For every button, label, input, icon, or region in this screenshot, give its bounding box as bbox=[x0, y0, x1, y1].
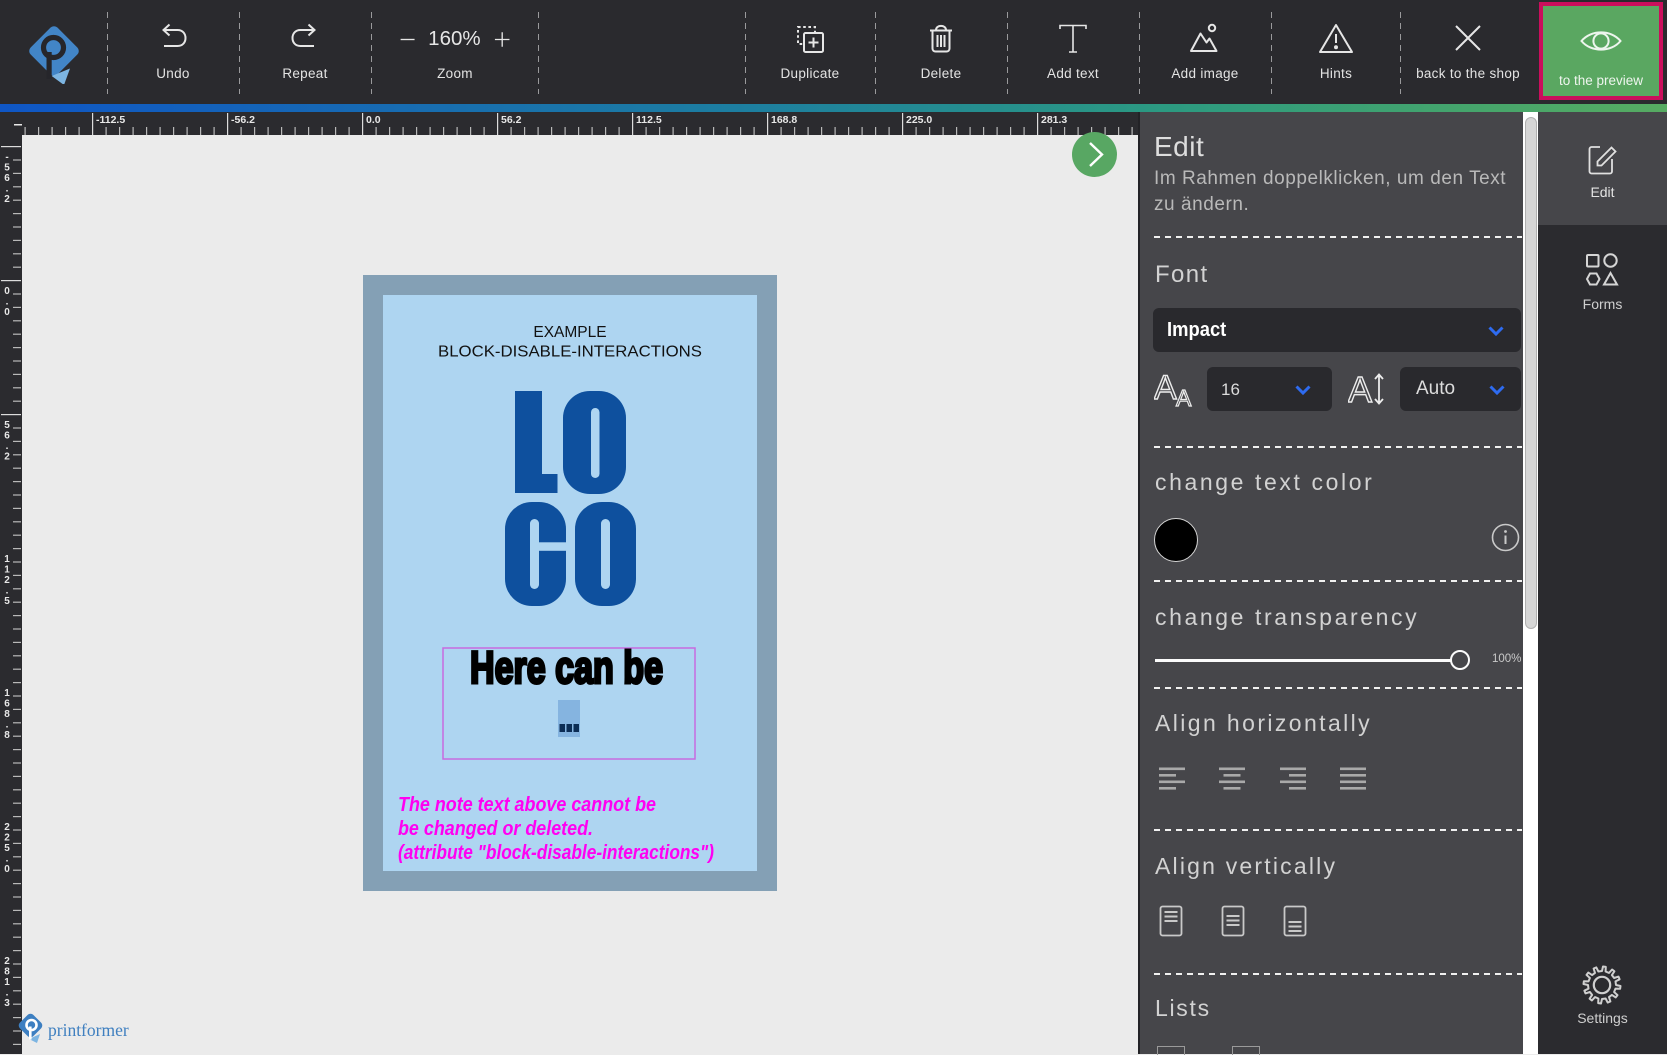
svg-text:168.8: 168.8 bbox=[771, 114, 797, 126]
svg-text:225.0: 225.0 bbox=[4, 822, 10, 875]
svg-text:225.0: 225.0 bbox=[906, 114, 932, 126]
svg-text:168.8: 168.8 bbox=[4, 688, 10, 741]
svg-text:EXAMPLE: EXAMPLE bbox=[533, 324, 606, 341]
svg-text:The note text above cannot be: The note text above cannot be bbox=[398, 794, 656, 816]
svg-text:A: A bbox=[1176, 385, 1192, 409]
svg-text:(attribute "block-disable-inte: (attribute "block-disable-interactions") bbox=[398, 842, 714, 864]
svg-text:A: A bbox=[1154, 369, 1177, 407]
svg-text:56.2: 56.2 bbox=[4, 420, 10, 463]
svg-text:Here can be: Here can be bbox=[470, 642, 663, 693]
svg-text:56.2: 56.2 bbox=[501, 114, 522, 126]
svg-text:printformer: printformer bbox=[48, 1020, 129, 1040]
svg-text:A: A bbox=[1348, 369, 1372, 409]
svg-text:-112.5: -112.5 bbox=[96, 114, 125, 126]
svg-text:BLOCK-DISABLE-INTERACTIONS: BLOCK-DISABLE-INTERACTIONS bbox=[438, 344, 702, 361]
svg-text:112.5: 112.5 bbox=[636, 114, 662, 126]
svg-text:281.3: 281.3 bbox=[1041, 114, 1067, 126]
svg-text:281.3: 281.3 bbox=[4, 956, 10, 1009]
svg-text:0.0: 0.0 bbox=[366, 114, 381, 126]
svg-text:be changed or deleted.: be changed or deleted. bbox=[398, 818, 593, 840]
svg-text:-56.2: -56.2 bbox=[231, 114, 255, 126]
svg-text:112.5: 112.5 bbox=[4, 554, 10, 607]
